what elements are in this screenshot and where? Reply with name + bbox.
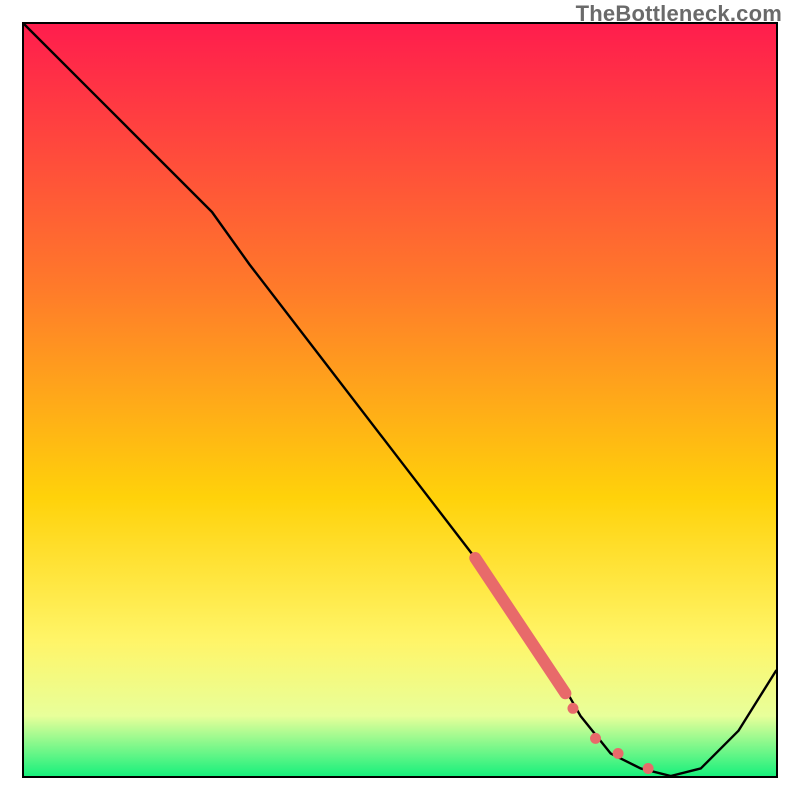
- dot-1: [567, 703, 578, 714]
- plot-svg: [24, 24, 776, 776]
- chart-stage: TheBottleneck.com: [0, 0, 800, 800]
- dot-2: [590, 733, 601, 744]
- plot-area: [22, 22, 778, 778]
- dot-4: [643, 763, 654, 774]
- dot-3: [613, 748, 624, 759]
